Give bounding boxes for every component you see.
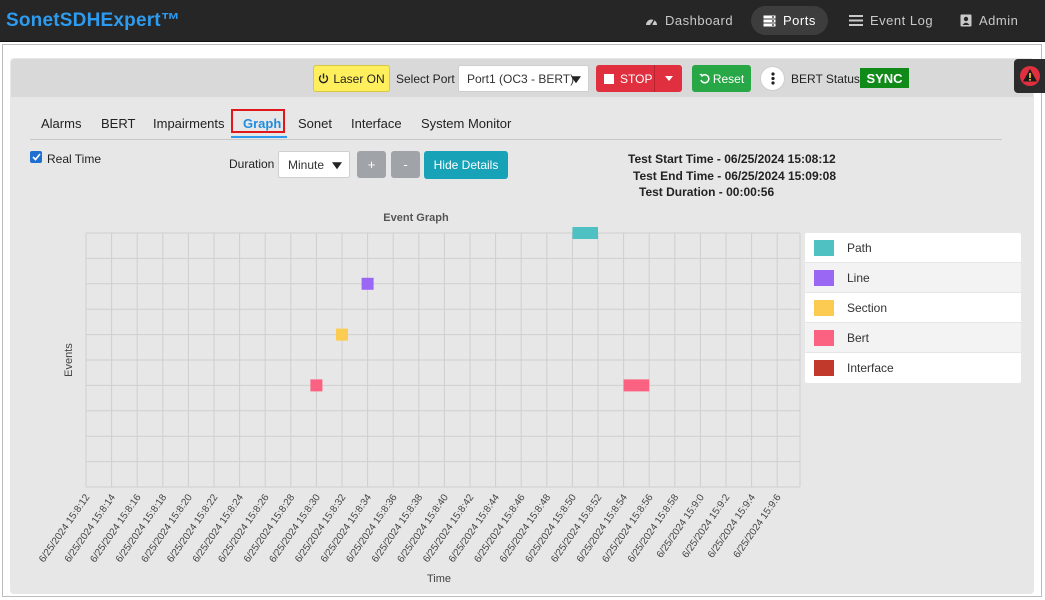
event-mark-path[interactable] [572,227,598,239]
chart-y-label: Events [63,343,75,377]
chart-title: Event Graph [383,212,449,224]
legend-label-section: Section [847,300,888,315]
x-tick-label: 6/25/2024 15:9:6 [732,492,784,560]
legend-swatch-path [814,239,834,256]
chart-legend: Path Line Section Bert Interface [805,233,1021,383]
legend-label-bert: Bert [847,330,870,345]
legend-label-path: Path [847,240,872,255]
chart-grid [85,232,801,488]
legend-swatch-line [814,269,834,286]
legend-label-interface: Interface [847,361,894,375]
chart-x-ticks: 6/25/2024 15:8:126/25/2024 15:8:146/25/2… [37,492,784,565]
legend-label-line: Line [847,270,870,285]
legend-item-path[interactable]: Path [805,233,1021,263]
event-mark-section[interactable] [336,328,348,341]
event-mark-bert[interactable] [310,379,323,392]
event-mark-line[interactable] [361,277,374,290]
legend-item-bert[interactable]: Bert [805,323,1021,353]
legend-swatch-bert [814,329,834,346]
chart-x-label: Time [427,573,451,585]
legend-swatch-section [814,299,834,316]
legend-item-interface[interactable]: Interface [805,353,1021,383]
legend-swatch-interface [814,360,834,376]
legend-item-section[interactable]: Section [805,293,1021,323]
legend-item-line[interactable]: Line [805,263,1021,293]
event-mark-bert[interactable] [623,379,650,392]
